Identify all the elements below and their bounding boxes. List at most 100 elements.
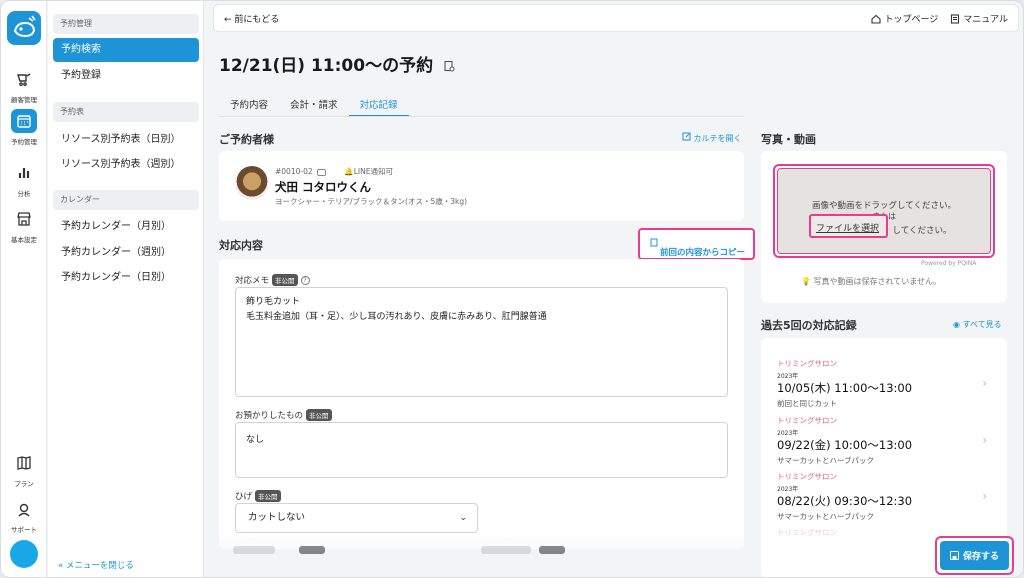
history-category: トリミングサロン: [777, 472, 837, 481]
customer-card[interactable]: #0010-02 🔔LINE通知可 犬田 コタロウくん ヨークシャー・テリア/ブ…: [219, 151, 744, 221]
private-badge: 非公開: [272, 274, 298, 286]
deposit-label-text: お預かりしたもの: [235, 411, 304, 421]
private-badge: 非公開: [255, 490, 281, 502]
not-saved-text: 写真や動画は保存されていません。: [813, 277, 942, 286]
menu-item-calendar-weekly[interactable]: 予約カレンダー（週別）: [53, 241, 199, 265]
book-icon: [951, 13, 960, 24]
powered-by: Powered by PQINA: [921, 260, 977, 267]
menu-item-calendar-daily[interactable]: 予約カレンダー（日別）: [53, 266, 199, 290]
chevron-right-icon: ›: [982, 376, 987, 390]
memo-line: 飾り毛カット: [246, 297, 301, 307]
history-category: トリミングサロン: [777, 416, 837, 425]
menu-item-calendar-monthly[interactable]: 予約カレンダー（月別）: [53, 215, 199, 239]
rail-item-reservation[interactable]: 予約管理: [1, 109, 47, 146]
see-all-link[interactable]: ◉ すべて見る: [953, 319, 1002, 330]
deposit-textarea[interactable]: なし: [235, 422, 728, 478]
history-year: 2023年: [777, 373, 799, 380]
not-saved-notice: 💡 写真や動画は保存されていません。: [801, 276, 941, 287]
chevron-right-icon: ›: [982, 433, 987, 447]
upload-dropzone[interactable]: 画像や動画をドラッグしてください。 または してください。: [773, 164, 995, 258]
rail-item-plan[interactable]: プラン: [1, 451, 47, 488]
rail-label: 顧客管理: [11, 96, 37, 104]
beard-select[interactable]: カットしない ⌄: [235, 503, 478, 533]
save-icon: [949, 551, 959, 560]
submenu: 予約管理 予約検索 予約登録 予約表 リソース別予約表（日別） リソース別予約表…: [48, 1, 204, 577]
map-icon: [11, 451, 37, 475]
deposit-label: お預かりしたもの 非公開: [235, 409, 332, 421]
history-item[interactable]: トリミングサロン 2023年 08/22(火) 09:30〜12:30 サマーカ…: [777, 471, 993, 522]
line-notify: LINE通知可: [353, 167, 393, 176]
menu-item-reservation-register[interactable]: 予約登録: [53, 64, 199, 88]
save-button[interactable]: 保存する: [940, 541, 1009, 570]
history-section-title: 過去5回の対応記録: [761, 319, 857, 332]
menu-item-resource-weekly[interactable]: リソース別予約表（週別）: [53, 153, 199, 177]
tab-divider: [219, 116, 744, 117]
chevron-down-icon: ⌄: [459, 513, 467, 523]
chart-icon: [11, 161, 37, 185]
deposit-value: なし: [246, 435, 265, 445]
external-link-icon: [682, 132, 691, 141]
page-title-text: 12/21(日) 11:00〜の予約: [219, 56, 434, 76]
choose-file-label: ファイルを選択: [816, 224, 880, 234]
copy-previous-button[interactable]: 前回の内容からコピー: [638, 228, 755, 260]
choose-file-button[interactable]: ファイルを選択: [809, 214, 888, 238]
rail-item-customer[interactable]: 顧客管理: [1, 67, 47, 104]
history-date: 09/22(金) 10:00〜13:00: [777, 438, 913, 452]
open-chart-label: カルテを開く: [693, 134, 742, 143]
pet-name: 犬田 コタロウくん: [275, 180, 372, 194]
support-icon: [11, 497, 37, 521]
history-year: 2023年: [777, 486, 799, 493]
scroll-fade: [219, 538, 744, 568]
document-icon[interactable]: [443, 60, 455, 72]
rail-item-support[interactable]: サポート: [1, 497, 47, 534]
section-header: 予約表: [53, 102, 199, 122]
rail-item-analytics[interactable]: 分析: [1, 161, 47, 198]
calendar-icon: [11, 109, 37, 133]
history-year: 2023年: [777, 430, 799, 437]
close-menu-link[interactable]: « メニューを閉じる: [58, 559, 134, 571]
chevron-right-icon: ›: [982, 489, 987, 503]
eye-icon: ◉: [953, 320, 960, 329]
app-logo[interactable]: [7, 11, 41, 45]
open-chart-link[interactable]: カルテを開く: [682, 132, 742, 144]
top-page-label: トップページ: [884, 15, 939, 25]
tab-billing[interactable]: 会計・請求: [279, 91, 349, 117]
history-item[interactable]: トリミングサロン 2023年 10/05(木) 11:00〜13:00 前回と同…: [777, 358, 993, 409]
blurred-badge: [539, 546, 565, 554]
save-button-highlight: 保存する: [935, 536, 1014, 575]
upload-area[interactable]: 画像や動画をドラッグしてください。 または してください。: [777, 168, 991, 254]
memo-label-text: 対応メモ: [235, 276, 270, 286]
beard-select-value: カットしない: [248, 512, 306, 523]
rail-label: プラン: [14, 480, 34, 488]
beard-label: ひげ 非公開: [235, 490, 281, 502]
private-badge: 非公開: [306, 409, 332, 421]
history-category: トリミングサロン: [777, 359, 837, 368]
store-icon: [11, 207, 37, 231]
pet-photo: [235, 166, 269, 200]
top-page-link[interactable]: トップページ: [871, 12, 938, 25]
blurred-text: [233, 546, 275, 554]
help-icon[interactable]: ?: [300, 275, 310, 285]
tab-response-record[interactable]: 対応記録: [348, 91, 409, 117]
bell-icon: 🔔: [344, 167, 354, 176]
media-section-title: 写真・動画: [761, 133, 816, 146]
rail-label: 予約管理: [11, 138, 37, 146]
menu-item-resource-daily[interactable]: リソース別予約表（日別）: [53, 128, 199, 152]
beard-label-text: ひげ: [235, 492, 253, 502]
rail-label: 分析: [17, 190, 31, 198]
manual-link[interactable]: マニュアル: [950, 12, 1008, 25]
blurred-badge: [299, 546, 325, 554]
tab-reservation-details[interactable]: 予約内容: [219, 91, 279, 117]
chat-icon: [317, 168, 327, 176]
rail-item-settings[interactable]: 基本設定: [1, 207, 47, 244]
history-date: 10/05(木) 11:00〜13:00: [777, 381, 913, 395]
avatar[interactable]: [10, 540, 38, 568]
menu-item-reservation-search[interactable]: 予約検索: [53, 38, 199, 62]
back-link[interactable]: ← 前にもどる: [224, 12, 279, 25]
drop-suffix-text: してください。: [892, 226, 952, 236]
top-bar: ← 前にもどる トップページ マニュアル: [213, 4, 1019, 32]
memo-textarea[interactable]: 飾り毛カット 毛玉料金追加（耳・足）、少し耳の汚れあり、皮膚に赤みあり、肛門腺普…: [235, 287, 728, 397]
customer-section-title: ご予約者様: [219, 133, 274, 146]
history-item[interactable]: トリミングサロン 2023年 09/22(金) 10:00〜13:00 サマーカ…: [777, 415, 993, 466]
pet-description: ヨークシャー・テリア/ブラック＆タン(オス・5歳・3kg): [275, 197, 468, 206]
